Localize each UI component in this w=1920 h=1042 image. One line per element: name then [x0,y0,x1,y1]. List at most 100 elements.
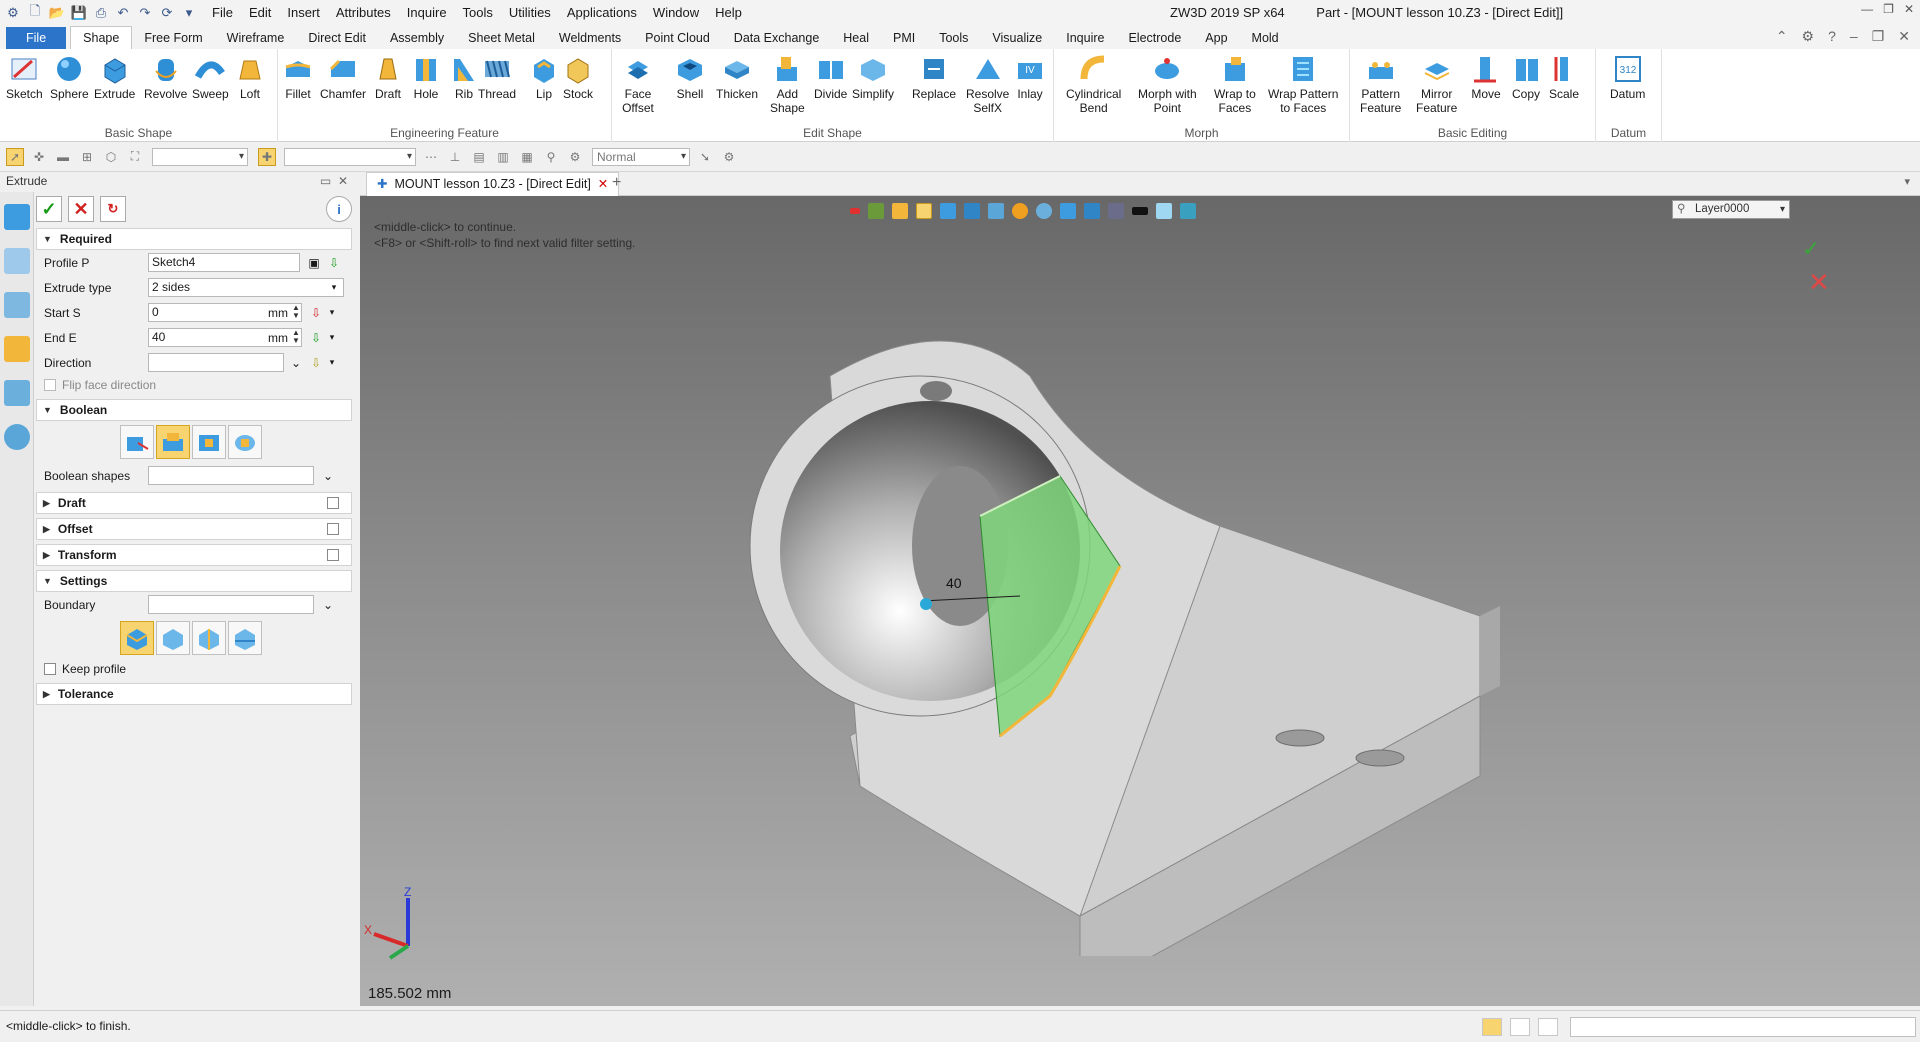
close-tab-icon[interactable]: ✕ [598,177,608,191]
tab-heal[interactable]: Heal [831,27,881,49]
menu-applications[interactable]: Applications [559,0,645,25]
tab-file[interactable]: File [6,27,67,49]
history-tree-icon[interactable] [3,248,30,274]
boolean-add-button[interactable] [156,425,190,459]
settings-gear-icon[interactable]: ⚙ [1802,28,1815,45]
end-pick-icon[interactable]: ⇩ [308,330,324,346]
status-list-icon[interactable] [1538,1018,1558,1036]
extrude-type-select[interactable]: 2 sides [148,278,344,297]
menu-attributes[interactable]: Attributes [328,0,399,25]
flip-face-checkbox[interactable] [44,379,56,391]
add-shape-button[interactable]: Add Shape [770,53,805,115]
lip-button[interactable]: Lip [528,53,560,101]
app-logo-icon[interactable]: ⚙ [4,4,22,22]
ok-check-icon[interactable]: ✓ [36,196,62,222]
pick-icon[interactable] [892,203,908,219]
zoom-icon[interactable] [1036,203,1052,219]
close-panel-icon[interactable]: ✕ [338,174,348,188]
snap-grid-icon[interactable]: ⋯ [422,148,440,166]
tab-list-dropdown-icon[interactable]: ▾ [1904,175,1910,188]
section-draft[interactable]: ▶ Draft [36,492,352,514]
resolve-selfx-button[interactable]: Resolve SelfX [966,53,1009,115]
thread-button[interactable]: Thread [478,53,516,101]
tab-inquire[interactable]: Inquire [1054,27,1116,49]
restore-icon[interactable]: ❐ [1883,2,1894,16]
polygon-select-icon[interactable]: ⬡ [102,148,120,166]
menu-edit[interactable]: Edit [241,0,279,25]
boundary-expand-icon[interactable]: ⌄ [320,597,336,613]
stock-button[interactable]: Stock [562,53,594,101]
entity-combo[interactable] [284,147,416,166]
view-orient-icon[interactable] [964,203,980,219]
wrap-to-faces-button[interactable]: Wrap to Faces [1214,53,1256,115]
screen-icon[interactable] [1108,203,1124,219]
info-icon[interactable]: i [326,196,352,222]
tab-sheet-metal[interactable]: Sheet Metal [456,27,547,49]
tab-visualize[interactable]: Visualize [980,27,1054,49]
minimize-icon[interactable]: — [1861,2,1873,16]
tab-free-form[interactable]: Free Form [132,27,214,49]
pin-icon[interactable]: ⚲ [542,148,560,166]
pick-mode-icon[interactable]: ⚙ [566,148,584,166]
view-cube-icon[interactable] [940,203,956,219]
tab-app[interactable]: App [1193,27,1239,49]
menu-utilities[interactable]: Utilities [501,0,559,25]
line-style-icon[interactable] [1132,207,1148,215]
section-transform[interactable]: ▶ Transform [36,544,352,566]
start-pick-icon[interactable]: ⇩ [308,305,324,321]
direction-options-icon[interactable]: ▾ [324,355,340,371]
filter-icon[interactable] [868,203,884,219]
object-manager-icon[interactable] [3,336,30,362]
undo-icon[interactable]: ↶ [114,4,132,22]
tab-electrode[interactable]: Electrode [1116,27,1193,49]
sketch-select-icon[interactable]: ▣ [306,255,322,271]
thicken-button[interactable]: Thicken [716,53,758,101]
new-file-icon[interactable]: 🗋 [26,3,44,22]
keep-profile-checkbox[interactable] [44,663,56,675]
settings-option-3-button[interactable] [192,621,226,655]
options-gear-icon[interactable]: ⚙ [720,148,738,166]
copy-button[interactable]: Copy [1510,53,1542,101]
boolean-intersect-button[interactable] [228,425,262,459]
tab-assembly[interactable]: Assembly [378,27,456,49]
pattern-feature-button[interactable]: Pattern Feature [1360,53,1401,115]
doc-restore-icon[interactable]: ❐ [1872,28,1885,45]
tab-data-exchange[interactable]: Data Exchange [722,27,831,49]
boolean-shapes-field[interactable] [148,466,314,485]
draft-button[interactable]: Draft [372,53,404,101]
tab-shape[interactable]: Shape [70,26,133,49]
assembly-tree-icon[interactable] [3,292,30,318]
inlay-button[interactable]: IV Inlay [1014,53,1046,101]
apply-icon[interactable]: ↻ [100,196,126,222]
datum-button[interactable]: 312 Datum [1610,53,1645,101]
wrap-pattern-to-faces-button[interactable]: Wrap Pattern to Faces [1268,53,1338,115]
box-select-icon[interactable]: ⊞ [78,148,96,166]
section-boolean[interactable]: ▼ Boolean [36,399,352,421]
rib-button[interactable]: Rib [448,53,480,101]
dimension-label[interactable]: 40 [946,575,962,591]
save-icon[interactable]: 💾 [70,4,88,22]
snap-center-icon[interactable]: ▦ [518,148,536,166]
refresh-icon[interactable]: ⟳ [158,4,176,22]
menu-help[interactable]: Help [707,0,750,25]
tab-weldments[interactable]: Weldments [547,27,633,49]
deselect-icon[interactable]: ▬ [54,148,72,166]
extrude-button[interactable]: Extrude [94,53,135,101]
help-icon[interactable]: ? [1828,28,1836,45]
view-manager-icon[interactable] [3,380,30,406]
replace-button[interactable]: Replace [912,53,956,101]
profile-field[interactable]: Sketch4 [148,253,300,272]
status-mode-icon[interactable] [1482,1018,1502,1036]
loft-button[interactable]: Loft [234,53,266,101]
section-required[interactable]: ▼ Required [36,228,352,250]
render-mode-icon[interactable] [988,203,1004,219]
morph-with-point-button[interactable]: Morph with Point [1138,53,1197,115]
face-offset-button[interactable]: Face Offset [622,53,654,115]
menu-inquire[interactable]: Inquire [399,0,455,25]
snap-edge-icon[interactable]: ▤ [470,148,488,166]
tab-direct-edit[interactable]: Direct Edit [296,27,378,49]
end-options-icon[interactable]: ▾ [324,330,340,346]
cancel-x-icon[interactable]: ✕ [68,196,94,222]
boolean-base-button[interactable] [120,425,154,459]
section-offset[interactable]: ▶ Offset [36,518,352,540]
